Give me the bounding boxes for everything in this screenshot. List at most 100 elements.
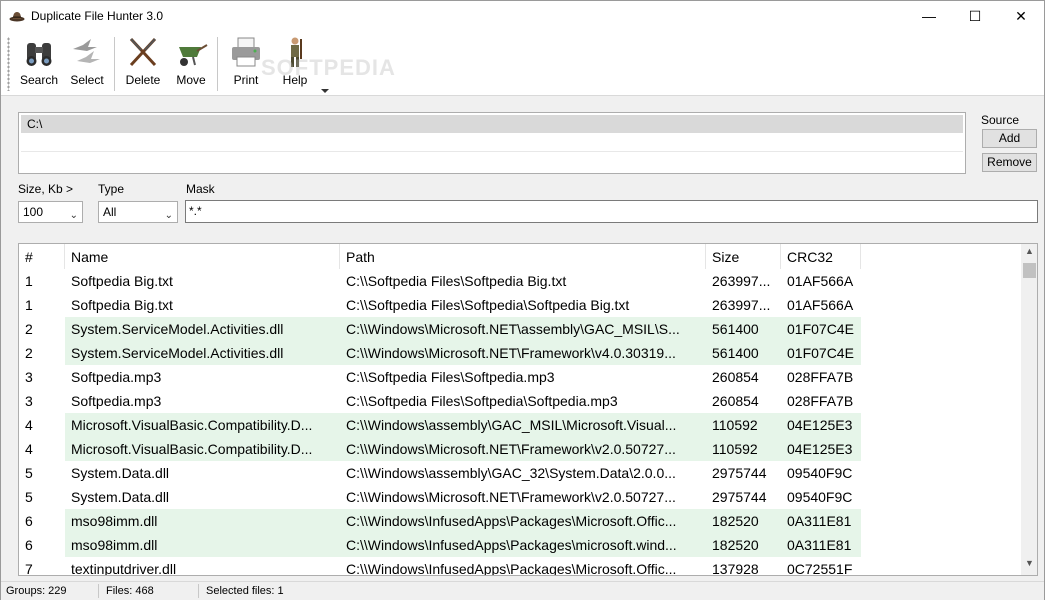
cell-name: textinputdriver.dll bbox=[71, 561, 177, 576]
hat-icon bbox=[9, 12, 25, 22]
cell-name: Softpedia.mp3 bbox=[71, 393, 162, 409]
table-row[interactable]: 5 System.Data.dll C:\\Windows\assembly\GAC… bbox=[19, 461, 1020, 485]
cell-size: 2975744 bbox=[712, 489, 767, 505]
table-row[interactable]: 3 Softpedia.mp3 C:\\Softpedia Files\Softpe… bbox=[19, 365, 1020, 389]
cell-group: 7 bbox=[25, 561, 33, 576]
minimize-button[interactable]: — bbox=[906, 1, 952, 31]
search-button[interactable]: Search bbox=[19, 35, 59, 93]
table-row[interactable]: 5 System.Data.dll C:\\Windows\Microsoft.NE… bbox=[19, 485, 1020, 509]
delete-button[interactable]: Delete bbox=[123, 35, 163, 93]
toolbar-separator bbox=[217, 37, 218, 91]
column-header-crc32[interactable]: CRC32 bbox=[781, 244, 861, 269]
cell-filler bbox=[861, 557, 1020, 575]
cell-filler bbox=[861, 269, 1020, 293]
chevron-down-icon: ⌄ bbox=[69, 210, 78, 221]
cell-path: C:\\Windows\assembly\GAC_MSIL\Microsoft.… bbox=[340, 413, 706, 437]
table-row[interactable]: 2 System.ServiceModel.Activities.dll C:\\W… bbox=[19, 317, 1020, 341]
table-row[interactable]: 4 Microsoft.VisualBasic.Compatibility.D..… bbox=[19, 413, 1020, 437]
scroll-up-icon[interactable]: ▲ bbox=[1021, 246, 1037, 260]
table-row[interactable]: 3 Softpedia.mp3 C:\\Softpedia Files\Softpe… bbox=[19, 389, 1020, 413]
column-header-group[interactable]: # bbox=[19, 244, 65, 269]
toolbar: Search Select Delete Move Print Help SOF… bbox=[1, 31, 1044, 96]
scrollbar-thumb[interactable] bbox=[1023, 263, 1036, 278]
table-row[interactable]: 6 mso98imm.dll C:\\Windows\InfusedApps\Pac… bbox=[19, 509, 1020, 533]
cell-group: 5 bbox=[25, 489, 33, 505]
type-dropdown[interactable]: All ⌄ bbox=[98, 201, 178, 223]
wheelbarrow-icon bbox=[179, 44, 208, 66]
cell-group: 2 bbox=[25, 321, 33, 337]
status-selected: Selected files: 1 bbox=[206, 585, 284, 597]
crossed-rifles-icon bbox=[129, 37, 157, 67]
results-table[interactable]: # Name Path Size CRC32 1 Softpedia Big.tx… bbox=[18, 243, 1038, 576]
select-button[interactable]: Select bbox=[67, 35, 107, 93]
cell-group: 4 bbox=[25, 441, 33, 457]
size-dropdown-value: 100 bbox=[23, 205, 44, 219]
vertical-scrollbar[interactable]: ▲ ▼ bbox=[1021, 244, 1037, 575]
move-button[interactable]: Move bbox=[171, 35, 211, 93]
source-item[interactable]: C:\ bbox=[21, 115, 963, 133]
cell-group: 1 bbox=[25, 297, 33, 313]
help-dropdown-arrow-icon[interactable] bbox=[321, 89, 329, 93]
table-row[interactable]: 2 System.ServiceModel.Activities.dll C:\\W… bbox=[19, 341, 1020, 365]
status-files: Files: 468 bbox=[106, 585, 154, 597]
cell-filler bbox=[861, 461, 1020, 485]
column-header-path[interactable]: Path bbox=[340, 244, 706, 269]
cell-filler bbox=[861, 413, 1020, 437]
cell-size: 561400 bbox=[706, 341, 781, 365]
cell-group: 4 bbox=[25, 417, 33, 433]
cell-size: 263997... bbox=[712, 273, 771, 289]
table-row[interactable]: 7 textinputdriver.dll C:\\Windows\InfusedA… bbox=[19, 557, 1020, 576]
cell-group: 2 bbox=[25, 345, 33, 361]
add-source-button[interactable]: Add bbox=[982, 129, 1037, 148]
cell-crc32: 09540F9C bbox=[787, 465, 853, 481]
cell-name: Microsoft.VisualBasic.Compatibility.D... bbox=[65, 413, 340, 437]
table-row[interactable]: 4 Microsoft.VisualBasic.Compatibility.D..… bbox=[19, 437, 1020, 461]
cell-path: C:\\Softpedia Files\Softpedia.mp3 bbox=[346, 369, 555, 385]
maximize-button[interactable]: ☐ bbox=[952, 1, 998, 31]
column-header-size[interactable]: Size bbox=[706, 244, 781, 269]
cell-filler bbox=[861, 485, 1020, 509]
cell-path: C:\\Windows\InfusedApps\Packages\Microso… bbox=[340, 509, 706, 533]
cell-name: System.Data.dll bbox=[71, 489, 170, 505]
cell-path: C:\\Windows\Microsoft.NET\Framework\v2.0… bbox=[340, 437, 706, 461]
cell-name: mso98imm.dll bbox=[65, 509, 340, 533]
window-title: Duplicate File Hunter 3.0 bbox=[31, 9, 164, 23]
cell-crc32: 0A311E81 bbox=[781, 533, 861, 557]
table-header: # Name Path Size CRC32 bbox=[19, 244, 1020, 269]
print-button[interactable]: Print bbox=[226, 35, 266, 93]
move-label: Move bbox=[176, 73, 206, 87]
binoculars-icon bbox=[26, 43, 52, 66]
close-button[interactable]: ✕ bbox=[998, 1, 1044, 31]
source-list[interactable]: C:\ bbox=[18, 112, 966, 174]
status-divider bbox=[98, 584, 99, 598]
cell-path: C:\\Windows\Microsoft.NET\Framework\v2.0… bbox=[346, 489, 676, 505]
app-window: Duplicate File Hunter 3.0 — ☐ ✕ Search S… bbox=[0, 0, 1045, 600]
cell-filler bbox=[861, 365, 1020, 389]
scroll-down-icon[interactable]: ▼ bbox=[1021, 558, 1037, 572]
cell-size: 182520 bbox=[706, 509, 781, 533]
minimize-icon: — bbox=[922, 8, 936, 24]
cell-size: 561400 bbox=[706, 317, 781, 341]
toolbar-separator bbox=[114, 37, 115, 91]
cell-filler bbox=[861, 533, 1020, 557]
cell-size: 260854 bbox=[712, 393, 759, 409]
cell-crc32: 09540F9C bbox=[787, 489, 853, 505]
cell-filler bbox=[861, 317, 1020, 341]
cell-path: C:\\Softpedia Files\Softpedia Big.txt bbox=[346, 273, 567, 289]
toolbar-grip[interactable] bbox=[7, 37, 10, 91]
table-row[interactable]: 6 mso98imm.dll C:\\Windows\InfusedApps\Pac… bbox=[19, 533, 1020, 557]
remove-source-button[interactable]: Remove bbox=[982, 153, 1037, 172]
type-label: Type bbox=[98, 182, 125, 196]
cell-path: C:\\Windows\InfusedApps\Packages\Microso… bbox=[346, 561, 677, 576]
column-header-name[interactable]: Name bbox=[65, 244, 340, 269]
cell-path: C:\\Windows\Microsoft.NET\assembly\GAC_M… bbox=[340, 317, 706, 341]
cell-size: 260854 bbox=[712, 369, 759, 385]
mask-input[interactable]: *.* bbox=[185, 200, 1038, 223]
size-dropdown[interactable]: 100 ⌄ bbox=[18, 201, 83, 223]
table-row[interactable]: 1 Softpedia Big.txt C:\\Softpedia Files\So… bbox=[19, 293, 1020, 317]
maximize-icon: ☐ bbox=[968, 7, 982, 24]
table-row[interactable]: 1 Softpedia Big.txt C:\\Softpedia Files\So… bbox=[19, 269, 1020, 293]
status-divider bbox=[198, 584, 199, 598]
cell-crc32: 01F07C4E bbox=[781, 341, 861, 365]
cell-name: Softpedia Big.txt bbox=[71, 297, 173, 313]
